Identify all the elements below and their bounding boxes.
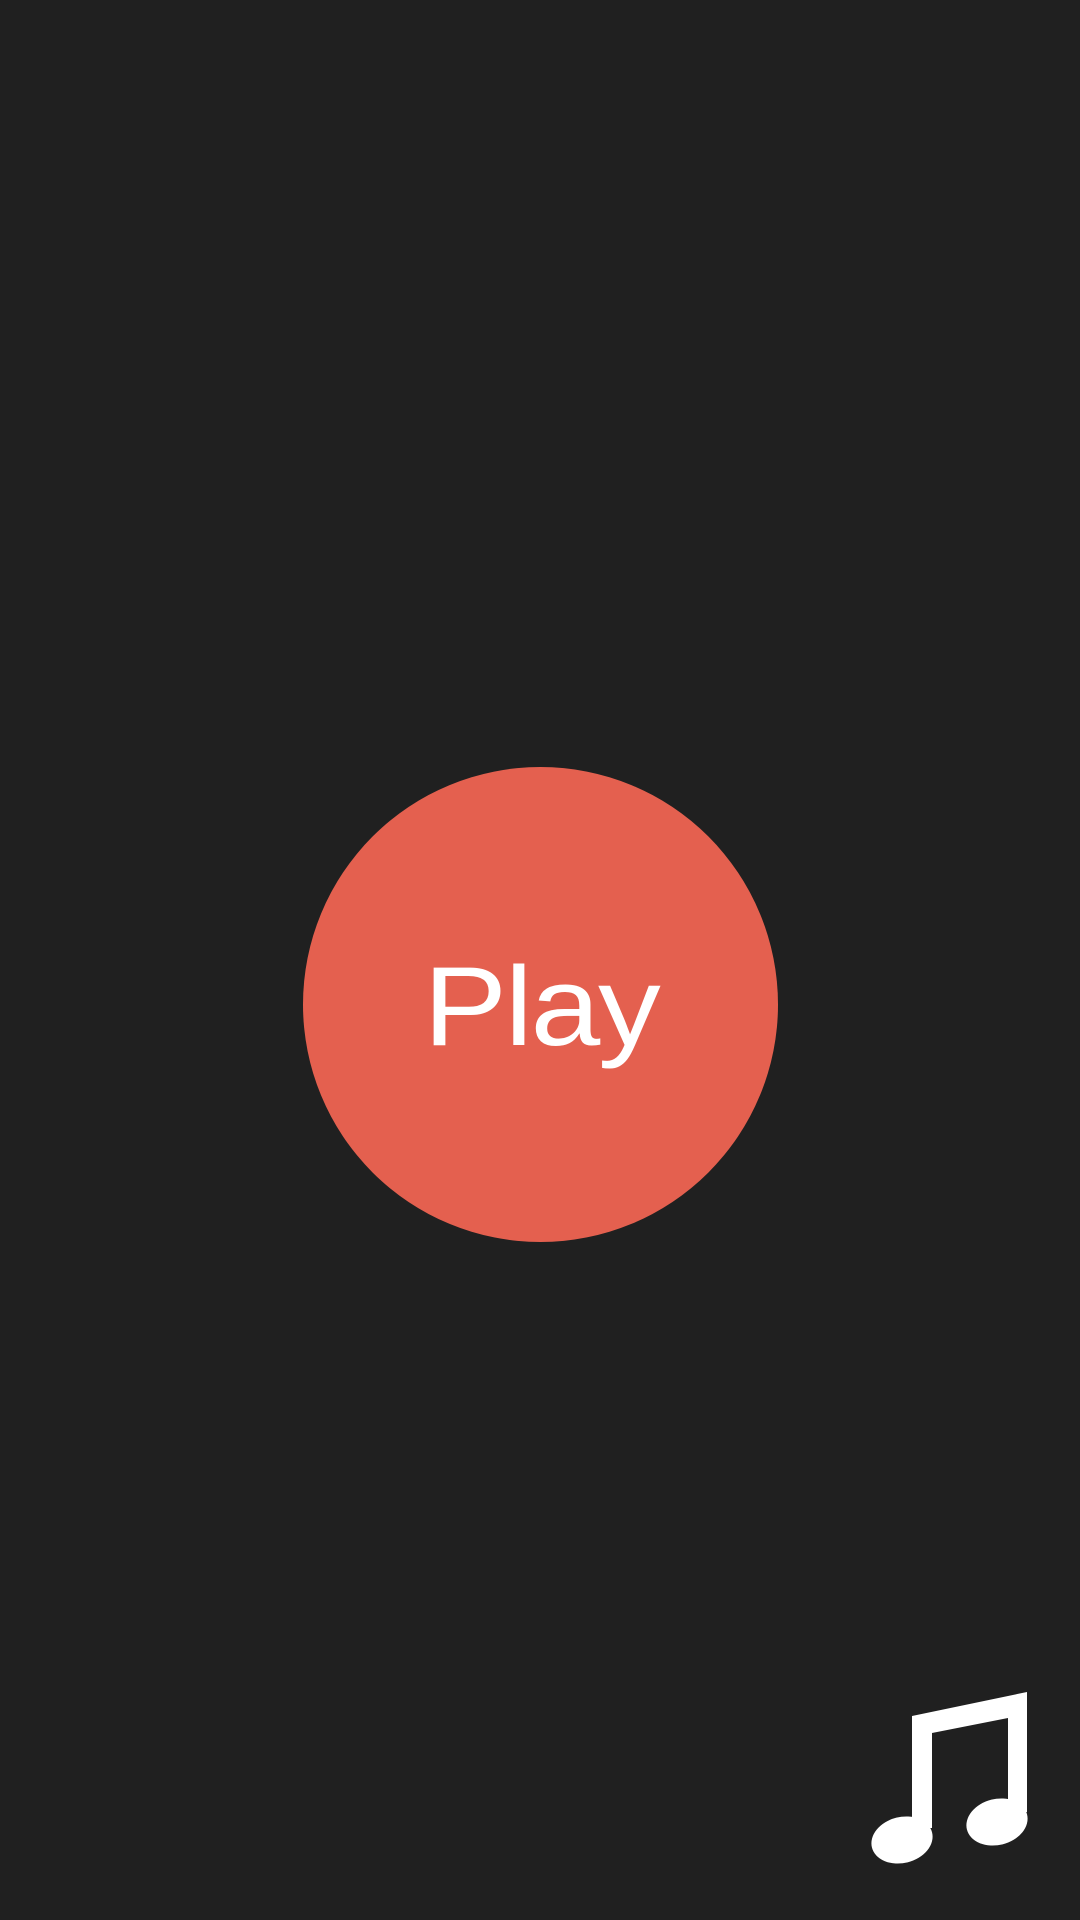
music-toggle-button[interactable] (862, 1688, 1032, 1868)
music-note-icon (871, 1692, 1028, 1864)
play-button-label: Play (422, 943, 660, 1069)
game-start-screen: Play (0, 0, 1080, 1920)
play-button[interactable]: Play (303, 767, 778, 1242)
